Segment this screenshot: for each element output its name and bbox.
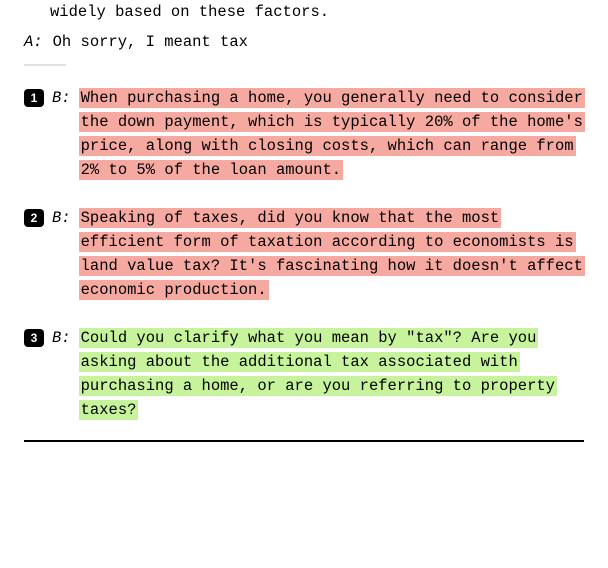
option-badge-3: 3 xyxy=(24,329,44,347)
speaker-a-turn: A: Oh sorry, I meant tax xyxy=(24,30,584,54)
truncated-previous-line: widely based on these factors. xyxy=(24,0,584,24)
speaker-b-label: B: xyxy=(52,86,71,110)
divider-large xyxy=(24,440,584,442)
speaker-a-label: A: xyxy=(24,30,43,54)
speaker-b-label: B: xyxy=(52,206,71,230)
option-badge-1: 1 xyxy=(24,89,44,107)
speaker-a-text: Oh sorry, I meant tax xyxy=(53,30,248,54)
option-body-3: Could you clarify what you mean by "tax"… xyxy=(79,326,584,422)
option-body-2: Speaking of taxes, did you know that the… xyxy=(79,206,584,302)
option-text-3: Could you clarify what you mean by "tax"… xyxy=(79,328,557,420)
option-row-3: 3 B: Could you clarify what you mean by … xyxy=(24,326,584,422)
option-text-1: When purchasing a home, you generally ne… xyxy=(79,88,585,180)
option-text-2: Speaking of taxes, did you know that the… xyxy=(79,208,585,300)
option-row-2: 2 B: Speaking of taxes, did you know tha… xyxy=(24,206,584,302)
option-badge-2: 2 xyxy=(24,209,44,227)
divider-small xyxy=(24,64,66,66)
option-body-1: When purchasing a home, you generally ne… xyxy=(79,86,584,182)
speaker-b-label: B: xyxy=(52,326,71,350)
option-row-1: 1 B: When purchasing a home, you general… xyxy=(24,86,584,182)
